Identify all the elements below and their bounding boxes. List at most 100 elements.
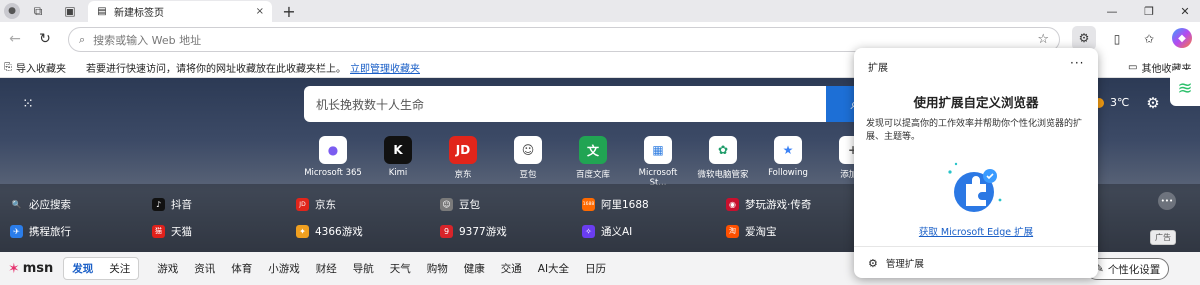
quick-link[interactable]: JD 京东 <box>296 196 336 212</box>
manage-favorites-link[interactable]: 立即管理收藏夹 <box>350 60 420 75</box>
tab-actions-icon[interactable]: ▣ <box>62 3 78 19</box>
extensions-icon[interactable]: ⚙ <box>1072 26 1096 50</box>
puzzle-icon: ⚙ <box>868 256 878 270</box>
quick-link-label: 抖音 <box>171 198 192 211</box>
doubao-icon: ☺ <box>440 197 453 211</box>
quick-link-label: 必应搜索 <box>29 198 71 211</box>
msn-logo[interactable]: ✶ msn <box>8 261 53 277</box>
import-favorites-label: 导入收藏夹 <box>16 63 66 75</box>
refresh-icon[interactable]: ↻ <box>36 30 54 48</box>
msn-logo-text: msn <box>22 261 54 276</box>
import-icon: ⎘ <box>4 61 12 73</box>
quick-link-label: 梦玩游戏·传奇 <box>745 198 812 211</box>
back-icon[interactable]: ← <box>6 30 24 48</box>
personalize-button[interactable]: ✎ 个性化设置 <box>1086 258 1170 280</box>
tab-discover[interactable]: 发现 <box>64 258 101 279</box>
quick-link[interactable]: ◉ 梦玩游戏·传奇 <box>726 196 811 212</box>
game-9377-icon: 9 <box>440 224 453 238</box>
jd-icon: JD <box>296 197 309 211</box>
quick-link[interactable]: ☺ 豆包 <box>440 196 480 212</box>
taobao-icon: 淘 <box>726 224 739 238</box>
nav-item[interactable]: 游戏 <box>149 261 186 276</box>
nav-item[interactable]: 财经 <box>308 261 345 276</box>
close-window-icon[interactable]: ✕ <box>1176 2 1194 20</box>
address-placeholder: 搜索或输入 Web 地址 <box>93 33 202 47</box>
quick-link-label: 携程旅行 <box>29 225 71 238</box>
top-site[interactable]: ☺ 豆包 <box>499 136 557 188</box>
site-icon: 文 <box>579 136 607 164</box>
profile-icon[interactable]: ● <box>4 3 20 19</box>
new-tab-page-icon: ▤ <box>97 6 107 17</box>
nav-item[interactable]: 小游戏 <box>260 261 308 276</box>
favorites-hint-text: 若要进行快速访问，请将你的网址收藏放在此收藏夹栏上。 <box>86 63 346 75</box>
top-site[interactable]: ★ Following <box>759 136 817 188</box>
quick-link[interactable]: 🔍 必应搜索 <box>10 196 71 212</box>
top-sites: ● Microsoft 365 K Kimi JD 京东 ☺ 豆包 文百度文库 ▦ Mic… <box>304 136 882 188</box>
feed-tabs: 发现 关注 <box>63 257 140 280</box>
nav-item[interactable]: AI大全 <box>530 261 577 276</box>
web-search-box[interactable]: 机长挽救数十人生命 ⌕ <box>304 86 884 122</box>
ctrip-icon: ✈ <box>10 224 23 238</box>
get-extensions-link[interactable]: 获取 Microsoft Edge 扩展 <box>854 224 1098 238</box>
workspaces-icon[interactable]: ⧉ <box>30 3 46 19</box>
sidebar-app-icon[interactable]: ≋ <box>1170 70 1200 106</box>
quick-link[interactable]: 9 9377游戏 <box>440 223 507 239</box>
nav-item[interactable]: 购物 <box>419 261 456 276</box>
extensions-description: 发现可以提高你的工作效率并帮助你个性化浏览器的扩展、主题等。 <box>866 119 1083 142</box>
extensions-menu: 扩展 ··· 使用扩展自定义浏览器 发现可以提高你的工作效率并帮助你个性化浏览器… <box>854 48 1098 278</box>
quick-link-label: 豆包 <box>459 198 480 211</box>
nav-item[interactable]: 交通 <box>493 261 530 276</box>
favorite-star-icon[interactable]: ☆ <box>1037 32 1049 47</box>
alibaba-1688-icon: 1688 <box>582 197 595 211</box>
more-options-icon[interactable]: ••• <box>1158 192 1176 210</box>
quick-link-label: 京东 <box>315 198 336 211</box>
extensions-more-icon[interactable]: ··· <box>1070 56 1084 70</box>
divider <box>854 246 1098 247</box>
close-tab-icon[interactable]: × <box>256 6 264 17</box>
game-4366-icon: ✦ <box>296 224 309 238</box>
quick-link-label: 爱淘宝 <box>745 225 777 238</box>
import-favorites-button[interactable]: ⎘ 导入收藏夹 <box>4 59 66 75</box>
manage-extensions-button[interactable]: ⚙ 管理扩展 <box>868 256 924 271</box>
nav-item[interactable]: 天气 <box>382 261 419 276</box>
quick-link[interactable]: 淘爱淘宝 <box>726 223 777 239</box>
site-label: 京东 <box>454 170 472 180</box>
top-site[interactable]: ● Microsoft 365 <box>304 136 362 188</box>
site-icon: ● <box>319 136 347 164</box>
extensions-title: 扩展 <box>868 63 888 74</box>
nav-item[interactable]: 日历 <box>577 261 614 276</box>
copilot-icon[interactable]: ◆ <box>1172 28 1192 48</box>
new-tab-button[interactable]: + <box>280 2 298 21</box>
folder-icon: ▭ <box>1128 61 1138 73</box>
top-site[interactable]: 文百度文库 <box>564 136 622 188</box>
tmall-icon: 猫 <box>152 224 165 238</box>
quick-link[interactable]: 1688 阿里1688 <box>582 196 649 212</box>
site-label: Microsoft 365 <box>304 168 362 178</box>
weather-temp[interactable]: 3℃ <box>1110 96 1129 109</box>
bing-icon: 🔍 <box>11 199 22 209</box>
nav-item[interactable]: 资讯 <box>186 261 223 276</box>
quick-link[interactable]: ✧ 通义AI <box>582 223 632 239</box>
tab-new-tab[interactable]: ▤ 新建标签页 × <box>88 1 272 22</box>
favorites-icon[interactable]: ✩ <box>1140 30 1158 48</box>
top-site[interactable]: ✿ 微软电脑管家 <box>694 136 752 188</box>
nav-item[interactable]: 健康 <box>456 261 493 276</box>
site-icon: ★ <box>774 136 802 164</box>
quick-link[interactable]: ✦ 4366游戏 <box>296 223 363 239</box>
restore-icon[interactable]: ❐ <box>1140 2 1158 20</box>
top-site[interactable]: ▦ Microsoft St... <box>629 136 687 188</box>
quick-link[interactable]: 猫天猫 <box>152 223 192 239</box>
split-screen-icon[interactable]: ▯ <box>1108 30 1126 48</box>
tab-following[interactable]: 关注 <box>101 258 138 279</box>
quick-link[interactable]: ✈ 携程旅行 <box>10 223 71 239</box>
nav-item[interactable]: 导航 <box>345 261 382 276</box>
quick-link-label: 通义AI <box>601 225 633 238</box>
quick-link[interactable]: ♪ 抖音 <box>152 196 192 212</box>
minimize-icon[interactable]: — <box>1103 2 1121 20</box>
settings-gear-icon[interactable]: ⚙ <box>1144 94 1162 112</box>
top-site[interactable]: JD 京东 <box>434 136 492 188</box>
top-site[interactable]: K Kimi <box>369 136 427 188</box>
nav-item[interactable]: 体育 <box>223 261 260 276</box>
site-label: Following <box>768 168 808 178</box>
app-launcher-icon[interactable]: ⁙ <box>18 94 38 114</box>
